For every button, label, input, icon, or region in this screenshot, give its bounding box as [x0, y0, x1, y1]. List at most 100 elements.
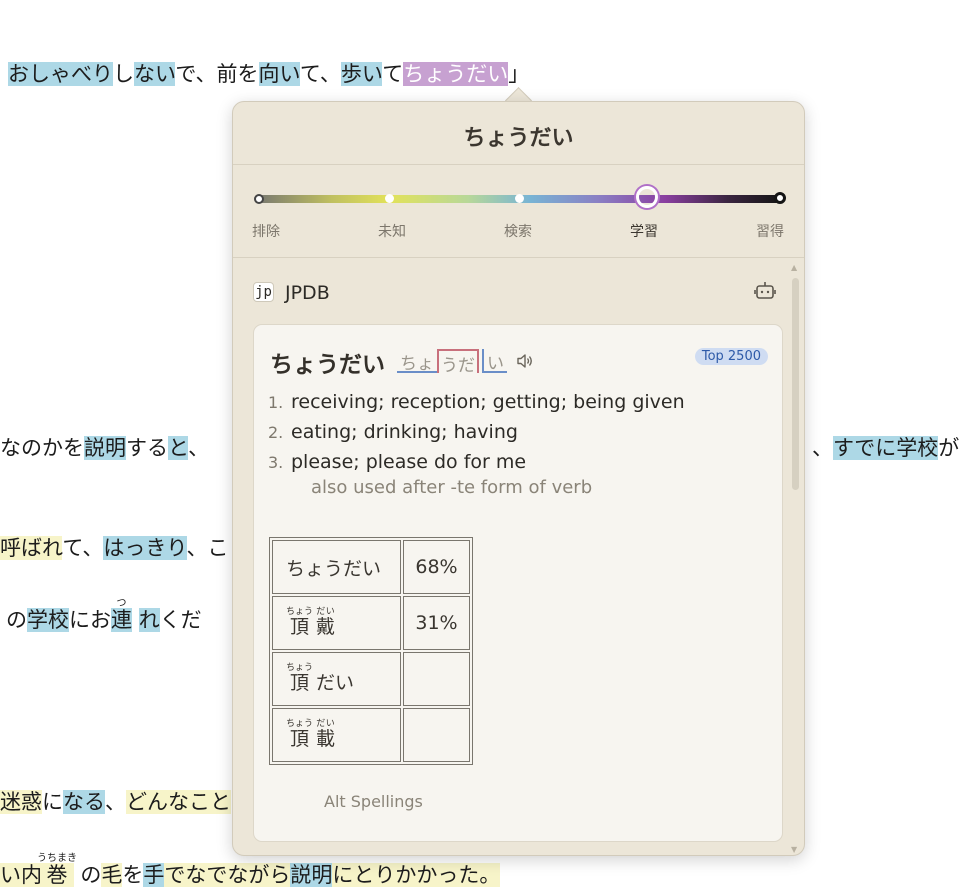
word[interactable]: はっきり [103, 536, 187, 560]
spelling-cell: ちょうだい [272, 540, 401, 594]
word-popup: ちょうだい 排除 未知 検索 学習 習得 ▲ ▼ jp JPDB ちょうだい ち… [232, 101, 805, 856]
slider-stop-excluded[interactable] [254, 194, 264, 204]
table-row: ちょうだい 68% [272, 540, 470, 594]
text-line-2-right: 、すでに学校が [806, 434, 959, 462]
scroll-up-icon[interactable]: ▲ [791, 264, 797, 272]
definition-item: 1. receiving; reception; getting; being … [268, 391, 768, 421]
word[interactable]: と [168, 436, 189, 460]
source-name: JPDB [285, 282, 330, 304]
word[interactable]: 説明 [84, 436, 126, 460]
slider-label-mastered[interactable]: 習得 [756, 221, 784, 241]
text-line-1: おしゃべりしないで、前を向いて、歩いてちょうだい」 [8, 60, 529, 88]
word[interactable]: どんな [126, 790, 189, 814]
text: で、前を [175, 62, 259, 86]
text: て [382, 62, 404, 86]
word[interactable]: 手 [143, 863, 165, 887]
word[interactable]: ない [134, 62, 176, 86]
divider [233, 257, 804, 258]
text: する [126, 436, 168, 460]
text: くだ [159, 608, 202, 632]
text: が [938, 436, 960, 460]
text: て、 [62, 536, 104, 560]
percent-cell: 31% [403, 596, 470, 650]
word[interactable]: なる [63, 790, 105, 814]
slider-stop-lookup[interactable] [515, 194, 524, 203]
pitch-low: ちょ [397, 349, 437, 374]
percent-cell [403, 708, 470, 762]
slider-label-excluded[interactable]: 排除 [252, 221, 280, 241]
pitch-drop: い [482, 349, 507, 374]
table-row: 頂ちょう 戴だい 31% [272, 596, 470, 650]
text: 、 [105, 790, 126, 814]
definition-number: 3. [268, 453, 284, 472]
text-line-4: の学校にお連つ れくだ [0, 598, 202, 634]
text: 」 [508, 62, 530, 86]
word[interactable]: こと [189, 790, 231, 814]
text-line-2: なのかを説明すると、 [0, 434, 209, 462]
word[interactable]: い [0, 863, 21, 887]
word[interactable]: れ [138, 608, 160, 632]
percent-cell [403, 652, 470, 706]
definition-note: also used after -te form of verb [311, 477, 593, 498]
alt-spellings-caption: Alt Spellings [324, 792, 423, 811]
slider-label-unknown[interactable]: 未知 [378, 221, 406, 241]
text: なのかを [0, 436, 84, 460]
definition-number: 1. [268, 393, 284, 412]
selected-word[interactable]: ちょうだい [403, 62, 509, 86]
word[interactable]: 説明 [290, 863, 333, 887]
text: の [6, 608, 27, 632]
text: し [113, 62, 134, 86]
text [132, 608, 139, 632]
scrollbar[interactable]: ▲ ▼ [790, 264, 800, 854]
text: て、 [299, 62, 341, 86]
text: を [122, 863, 144, 887]
robot-icon[interactable] [752, 278, 778, 304]
word[interactable]: 毛 [101, 863, 123, 887]
dictionary-card: ちょうだい ちょ うだ い Top 2500 1. receiving; rec… [253, 324, 783, 842]
slider-label-learning[interactable]: 学習 [630, 221, 658, 241]
spelling-cell: 頂ちょう 載だい [272, 708, 401, 762]
text: にお [69, 608, 111, 632]
slider-stop-unknown[interactable] [385, 194, 394, 203]
headword: ちょうだい [270, 352, 385, 378]
definition-item: 2. eating; drinking; having [268, 421, 768, 451]
slider-label-lookup[interactable]: 検索 [504, 221, 532, 241]
speaker-icon[interactable] [516, 353, 534, 369]
word[interactable]: 向い [258, 62, 300, 86]
word[interactable]: おしゃべり [8, 62, 113, 86]
text: 、 [812, 436, 833, 460]
scroll-thumb[interactable] [792, 278, 799, 490]
word[interactable]: すでに [833, 436, 897, 460]
definition-text: eating; drinking; having [291, 421, 518, 443]
definition-list: 1. receiving; reception; getting; being … [268, 391, 768, 481]
frequency-badge: Top 2500 [694, 348, 768, 365]
spelling-cell: 頂ちょう 戴だい [272, 596, 401, 650]
table-row: 頂ちょう 載だい [272, 708, 470, 762]
furigana-word[interactable]: 連つ [111, 598, 132, 632]
word[interactable]: 歩い [340, 62, 383, 86]
word[interactable]: 迷惑 [0, 790, 42, 814]
text: 、こ [186, 536, 229, 560]
word[interactable]: にとりかかった。 [332, 863, 501, 887]
word[interactable]: 呼ばれ [0, 536, 63, 560]
furigana-word[interactable]: 巻うちまき [37, 853, 77, 887]
text: 、 [188, 436, 210, 460]
pitch-high: うだ [437, 349, 479, 376]
text-line-3: 呼ばれて、はっきり、こ [0, 534, 229, 562]
divider [233, 164, 804, 165]
text-line-5: 迷惑になる、どんなこと [0, 788, 231, 816]
scroll-down-icon[interactable]: ▼ [791, 846, 797, 854]
text: に [42, 790, 63, 814]
definition-number: 2. [268, 423, 284, 442]
text: の [80, 863, 102, 887]
definition-text: receiving; reception; getting; being giv… [291, 391, 685, 413]
slider-thumb[interactable] [636, 186, 658, 208]
word[interactable]: 学校 [27, 608, 69, 632]
word[interactable]: 学校 [896, 436, 939, 460]
slider-stop-mastered[interactable] [774, 192, 786, 204]
jpdb-logo: jp [253, 282, 274, 302]
word[interactable]: でなでながら [164, 863, 291, 887]
popup-title: ちょうだい [463, 126, 574, 151]
definition-text: please; please do for me [291, 451, 527, 473]
spelling-cell: 頂ちょう だい [272, 652, 401, 706]
